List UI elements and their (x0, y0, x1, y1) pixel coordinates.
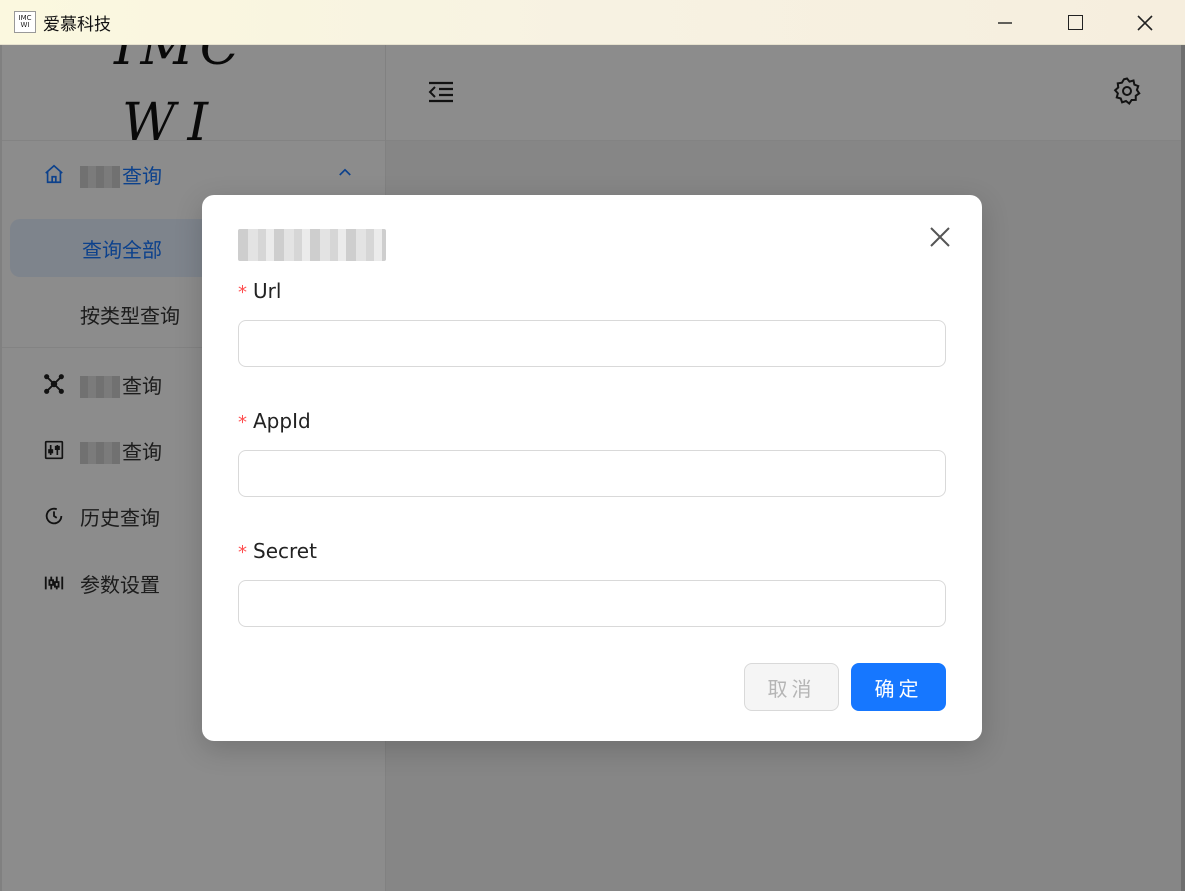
dialog-close-button[interactable] (926, 223, 954, 251)
secret-label-text: Secret (253, 539, 317, 563)
dialog-title (238, 229, 386, 261)
secret-label: * Secret (238, 539, 317, 563)
appid-label-text: AppId (253, 409, 311, 433)
required-mark: * (238, 412, 247, 433)
cancel-button[interactable]: 取消 (744, 663, 839, 711)
title-bar: IMC WI 爱慕科技 (0, 0, 1185, 45)
close-icon (930, 227, 950, 247)
maximize-icon (1067, 15, 1083, 30)
url-label: * Url (238, 279, 281, 303)
maximize-button[interactable] (1040, 0, 1110, 45)
window-title: 爱慕科技 (43, 14, 111, 35)
appid-label: * AppId (238, 409, 311, 433)
app-icon-label: IMC WI (18, 14, 32, 29)
url-label-text: Url (253, 279, 282, 303)
minimize-button[interactable] (970, 0, 1040, 45)
required-mark: * (238, 542, 247, 563)
minimize-icon (998, 21, 1012, 24)
close-window-button[interactable] (1110, 0, 1180, 45)
confirm-button[interactable]: 确定 (851, 663, 946, 711)
url-input[interactable] (238, 320, 946, 367)
appid-input[interactable] (238, 450, 946, 497)
close-icon (1137, 14, 1153, 31)
config-dialog: * Url * AppId * Secret 取消 确定 (202, 195, 982, 741)
required-mark: * (238, 282, 247, 303)
secret-input[interactable] (238, 580, 946, 627)
app-icon: IMC WI (14, 11, 36, 33)
